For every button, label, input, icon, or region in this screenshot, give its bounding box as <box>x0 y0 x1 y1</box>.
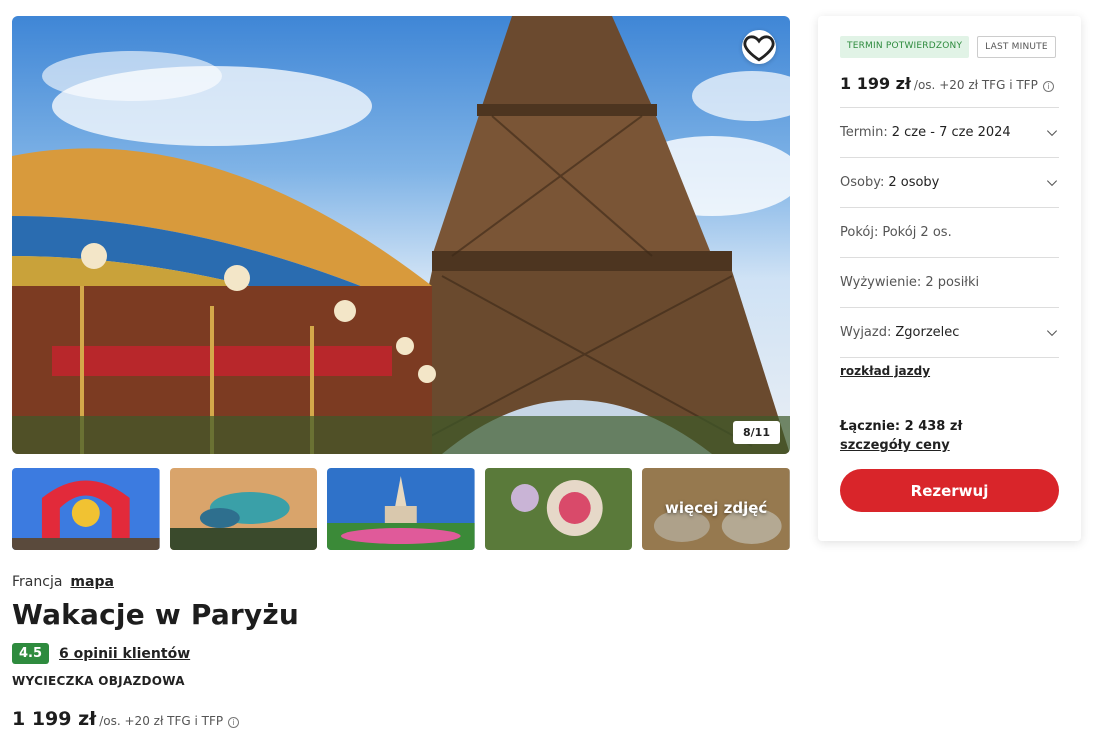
thumbnail-4[interactable] <box>484 468 633 550</box>
country-label: Francja <box>12 574 63 590</box>
option-label: Pokój: <box>840 225 879 240</box>
chevron-down-icon <box>1046 179 1058 186</box>
option-value: 2 posiłki <box>925 275 980 290</box>
thumbnail-image <box>484 468 633 550</box>
favorite-button[interactable] <box>742 30 776 64</box>
thumbnail-image <box>12 468 160 550</box>
more-photos-label: więcej zdjęć <box>642 468 790 550</box>
price-suffix: /os. +20 zł TFG i TFP <box>99 714 224 728</box>
schedule-link[interactable]: rozkład jazdy <box>840 364 930 378</box>
card-price: 1 199 zł /os. +20 zł TFG i TFP i <box>840 74 1059 108</box>
thumbnail-2[interactable] <box>169 468 318 550</box>
thumbnail-more[interactable]: więcej zdjęć <box>642 468 790 550</box>
option-value: 2 cze - 7 cze 2024 <box>891 125 1011 140</box>
reviews-link[interactable]: 6 opinii klientów <box>59 646 190 662</box>
departure-select[interactable]: Wyjazd: Zgorzelec <box>840 308 1059 358</box>
total-price: Łącznie: 2 438 zł <box>840 419 963 434</box>
confirmed-badge: TERMIN POTWIERDZONY <box>840 36 970 58</box>
chevron-down-icon <box>1046 329 1058 336</box>
paris-eiffel-carousel-image <box>12 16 790 454</box>
info-icon[interactable]: i <box>1042 81 1054 92</box>
offer-info: Francja mapa Wakacje w Paryżu 4.5 6 opin… <box>12 574 792 730</box>
thumbnail-3[interactable] <box>327 468 475 550</box>
rating-row: 4.5 6 opinii klientów <box>12 643 792 664</box>
room-option: Pokój: Pokój 2 os. <box>840 208 1059 258</box>
option-value: 2 osoby <box>888 175 940 190</box>
card-price-suffix: /os. +20 zł TFG i TFP <box>913 78 1038 92</box>
trip-type: WYCIECZKA OBJAZDOWA <box>12 674 185 688</box>
option-label: Wyżywienie: <box>840 275 922 290</box>
main-photo[interactable]: 8/11 <box>12 16 790 454</box>
option-label: Termin: <box>840 125 888 140</box>
option-value: Zgorzelec <box>895 325 960 340</box>
thumbnail-image <box>169 468 318 550</box>
page-title: Wakacje w Paryżu <box>12 598 300 631</box>
photo-counter: 8/11 <box>733 421 780 444</box>
location-row: Francja mapa <box>12 574 792 590</box>
info-icon[interactable]: i <box>228 717 240 728</box>
board-option: Wyżywienie: 2 posiłki <box>840 258 1059 308</box>
last-minute-badge: LAST MINUTE <box>977 36 1056 58</box>
option-label: Osoby: <box>840 175 885 190</box>
map-link[interactable]: mapa <box>70 574 114 590</box>
price-summary: 1 199 zł /os. +20 zł TFG i TFP i <box>12 708 792 730</box>
chevron-down-icon <box>1046 129 1058 136</box>
option-label: Wyjazd: <box>840 325 892 340</box>
heart-icon <box>743 35 775 62</box>
card-price-value: 1 199 zł <box>840 74 911 93</box>
rating-badge: 4.5 <box>12 643 50 664</box>
price-details-link[interactable]: szczegóły ceny <box>840 438 950 453</box>
term-select[interactable]: Termin: 2 cze - 7 cze 2024 <box>840 108 1059 158</box>
option-value: Pokój 2 os. <box>882 225 952 240</box>
badges: TERMIN POTWIERDZONY LAST MINUTE <box>840 36 1059 58</box>
book-button[interactable]: Rezerwuj <box>840 469 1059 512</box>
price-value: 1 199 zł <box>12 708 97 730</box>
persons-select[interactable]: Osoby: 2 osoby <box>840 158 1059 208</box>
booking-card: TERMIN POTWIERDZONY LAST MINUTE 1 199 zł… <box>818 16 1081 541</box>
thumbnail-image <box>327 468 475 550</box>
thumbnail-1[interactable] <box>12 468 160 550</box>
thumbnail-strip: więcej zdjęć <box>12 468 790 550</box>
